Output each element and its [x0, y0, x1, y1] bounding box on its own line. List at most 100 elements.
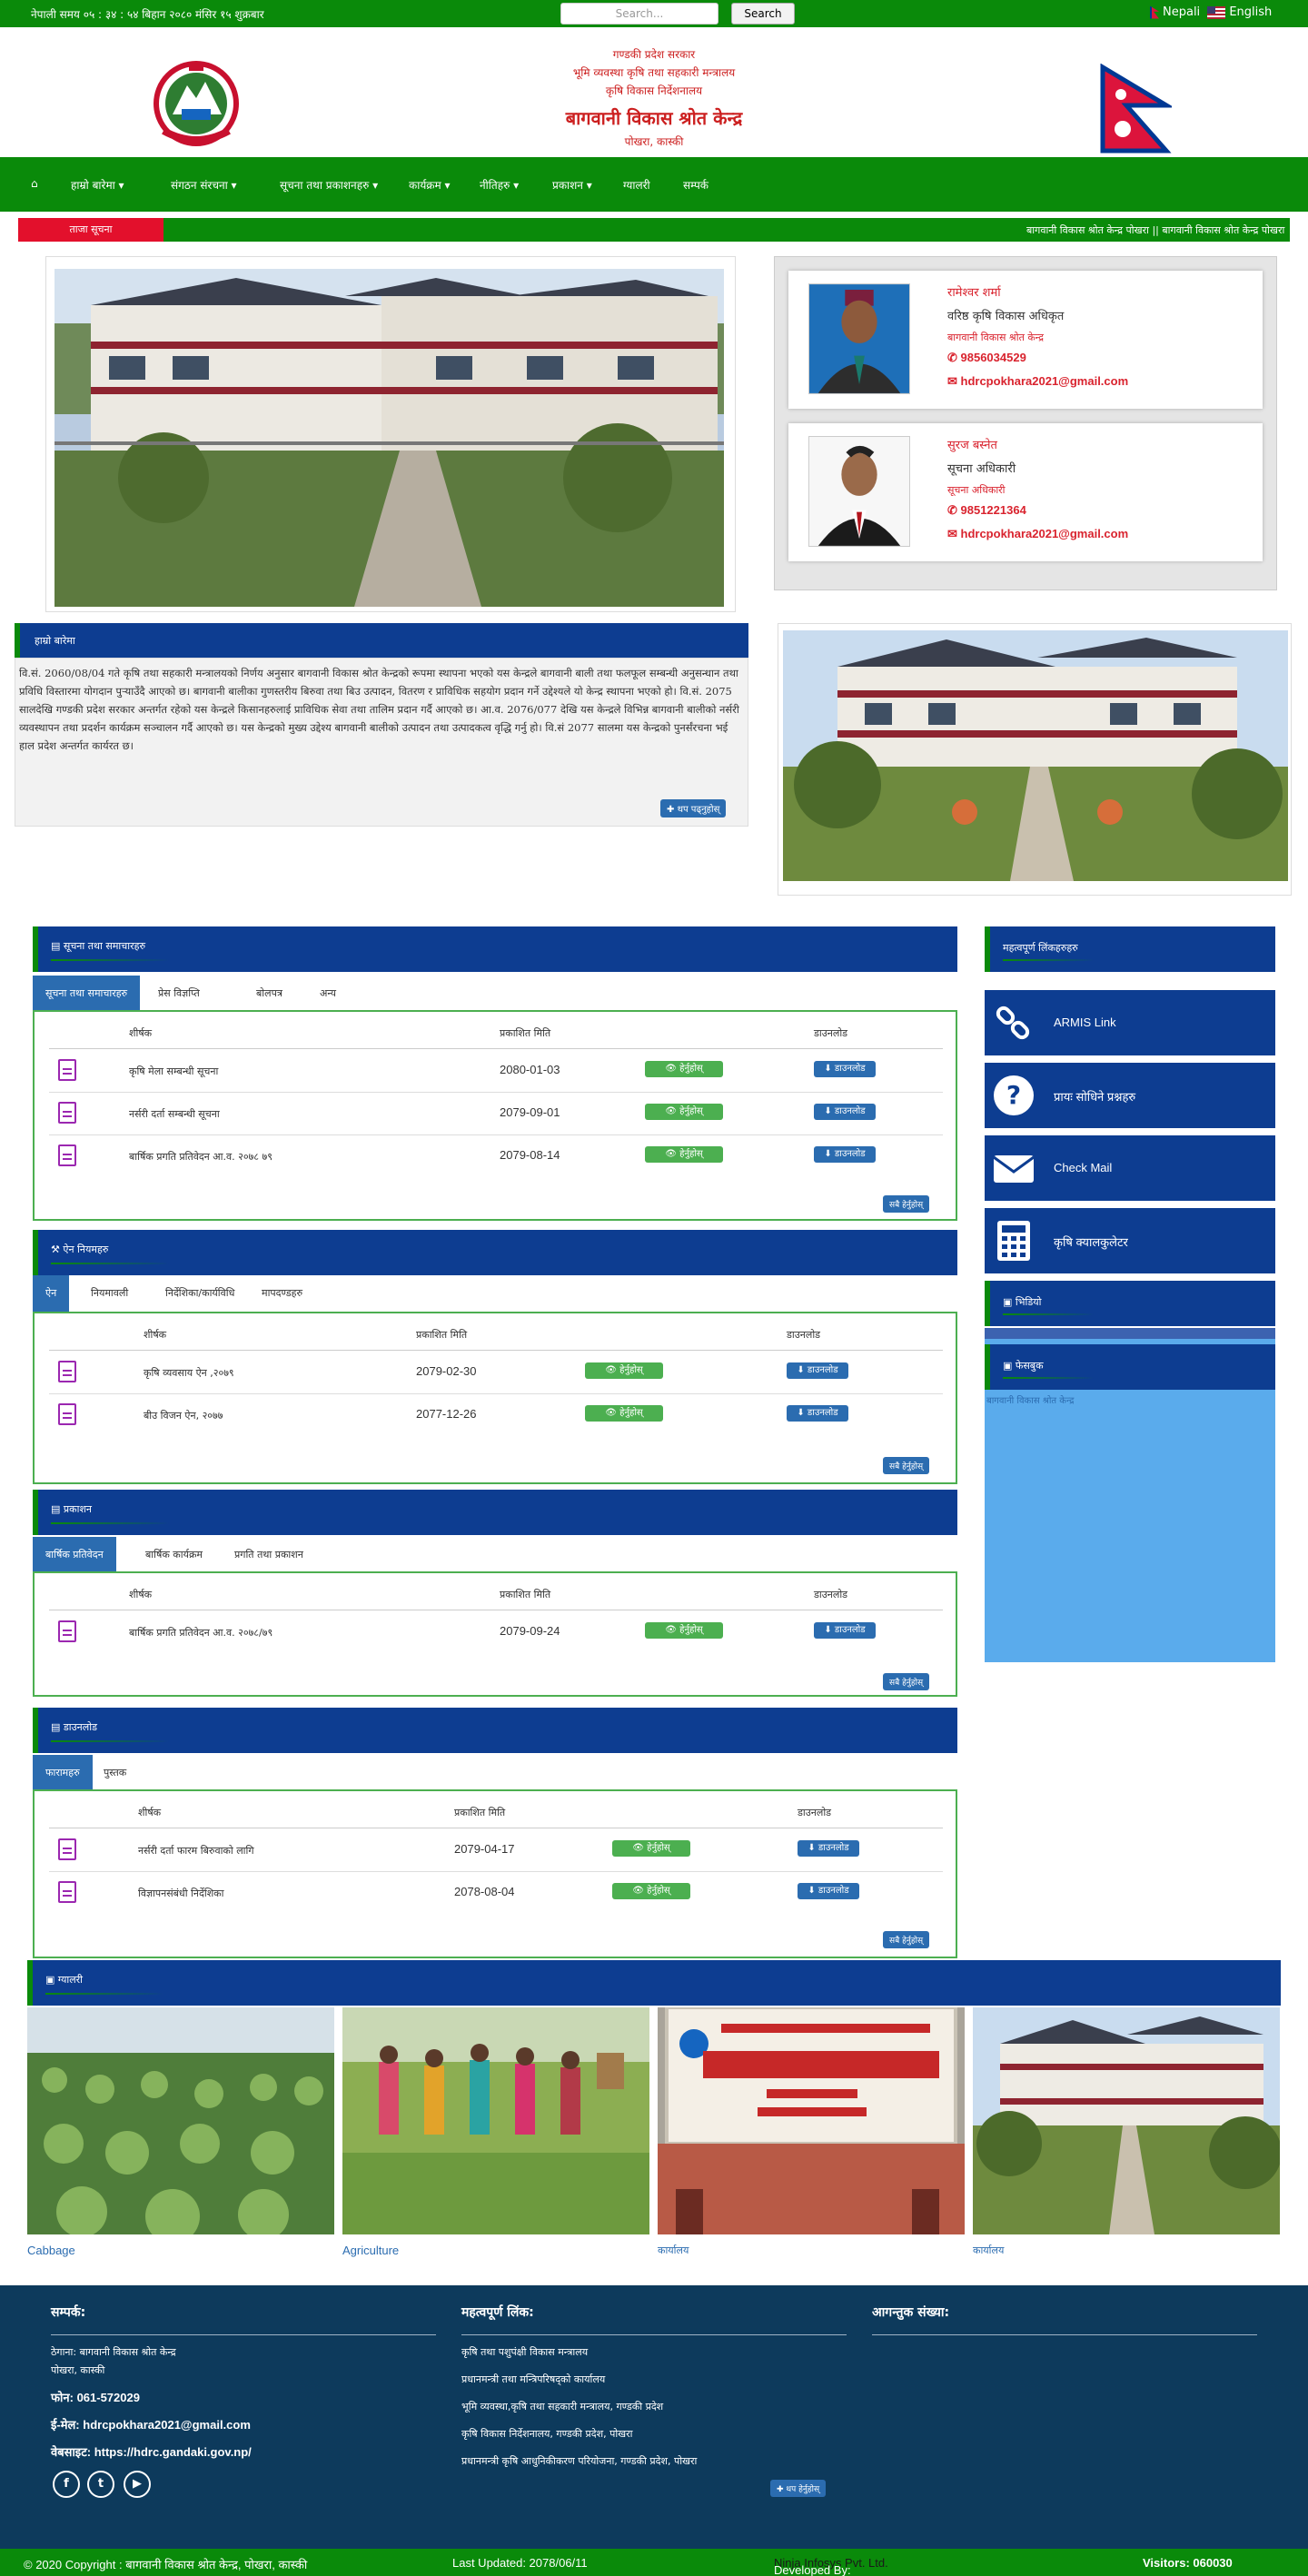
download-button[interactable]: ⬇ डाउनलोड	[798, 1840, 859, 1857]
row-title[interactable]: बार्षिक प्रगति प्रतिवेदन आ.व. २०७८/७९	[129, 1626, 272, 1640]
gallery-caption[interactable]: कार्यालय	[973, 2244, 1004, 2257]
twitter-icon[interactable]: t	[87, 2471, 114, 2498]
news-tabs: सूचना तथा समाचारहरु प्रेस विज्ञप्ति बोलप…	[33, 976, 957, 1012]
tab-guidelines[interactable]: निर्देशिका/कार्यविधि	[153, 1275, 247, 1312]
tab-standards[interactable]: मापदण्डहरु	[249, 1275, 315, 1312]
footer-link[interactable]: प्रधानमन्त्री तथा मन्त्रिपरिषद्को कार्या…	[461, 2373, 605, 2386]
view-button[interactable]: 👁 हेर्नुहोस्	[645, 1622, 723, 1639]
tab-other[interactable]: अन्य	[307, 976, 349, 1012]
row-title[interactable]: विज्ञापनसंबंधी निर्देशिका	[138, 1887, 223, 1900]
gallery-caption[interactable]: Cabbage	[27, 2244, 75, 2257]
calculator-icon	[997, 1221, 1030, 1261]
row-title[interactable]: नर्सरी दर्ता फारम बिरुवाको लागि	[138, 1844, 254, 1858]
view-button[interactable]: 👁 हेर्नुहोस्	[645, 1061, 723, 1077]
gallery-image-cabbage[interactable]	[27, 2007, 334, 2234]
col-download: डाउनलोड	[814, 1027, 848, 1039]
view-all-button[interactable]: सबै हेर्नुहोस्	[883, 1931, 930, 1948]
view-button[interactable]: 👁 हेर्नुहोस्	[645, 1104, 723, 1120]
download-button[interactable]: ⬇ डाउनलोड	[814, 1622, 876, 1639]
gallery-image-agriculture[interactable]	[342, 2007, 649, 2234]
view-all-button[interactable]: सबै हेर्नुहोस्	[883, 1673, 930, 1690]
row-title[interactable]: बीउ विजन ऐन, २०७७	[144, 1409, 223, 1422]
facebook-header: ▣ फेसबुक	[985, 1344, 1275, 1390]
check-mail-link[interactable]: Check Mail	[985, 1135, 1275, 1201]
download-button[interactable]: ⬇ डाउनलोड	[814, 1061, 876, 1077]
facebook-page-link[interactable]: बागवानी विकास श्रोत केन्द्र	[986, 1393, 1074, 1406]
read-more-button[interactable]: ✚ थप पढ्नुहोस्	[660, 799, 727, 817]
nav-about[interactable]: हाम्रो बारेमा ▾	[71, 177, 124, 193]
ticker-text[interactable]: बागवानी विकास श्रोत केन्द्र पोखरा || बाग…	[1026, 223, 1284, 237]
col-title: शीर्षक	[138, 1807, 162, 1818]
facebook-icon[interactable]: f	[53, 2471, 80, 2498]
calculator-link[interactable]: कृषि क्यालकुलेटर	[985, 1208, 1275, 1273]
nav-publications[interactable]: सूचना तथा प्रकाशनहरु ▾	[280, 177, 378, 193]
download-button[interactable]: ⬇ डाउनलोड	[798, 1883, 859, 1899]
download-button[interactable]: ⬇ डाउनलोड	[787, 1362, 848, 1379]
view-button[interactable]: 👁 हेर्नुहोस्	[645, 1146, 723, 1163]
tab-annual-report[interactable]: बार्षिक प्रतिवेदन	[33, 1537, 116, 1573]
row-title[interactable]: कृषि मेला सम्बन्धी सूचना	[129, 1065, 218, 1078]
lang-english[interactable]: English	[1229, 5, 1272, 19]
view-button[interactable]: 👁 हेर्नुहोस्	[585, 1362, 663, 1379]
gallery-image-office-sign[interactable]	[658, 2007, 965, 2234]
footer-link[interactable]: प्रधानमन्त्री कृषि आधुनिकीकरण परियोजना, …	[461, 2454, 697, 2468]
youtube-icon[interactable]: ▶	[124, 2471, 151, 2498]
footer-link[interactable]: कृषि विकास निर्देशनालय, गण्डकी प्रदेश, प…	[461, 2427, 633, 2441]
view-button[interactable]: 👁 हेर्नुहोस्	[612, 1883, 690, 1899]
footer: सम्पर्क: ठेगाना: बागवानी विकास श्रोत केन…	[0, 2285, 1308, 2549]
row-title[interactable]: बार्षिक प्रगति प्रतिवेदन आ.व. २०७८ ७९	[129, 1150, 272, 1164]
row-title[interactable]: कृषि व्यवसाय ऐन ,२०७९	[144, 1366, 234, 1380]
home-icon[interactable]: ⌂	[31, 177, 38, 190]
reports-heading: ▤ प्रकाशन	[51, 1503, 93, 1515]
col-date: प्रकाशित मिति	[500, 1589, 551, 1600]
footer-link[interactable]: भूमि व्यवस्था,कृषि तथा सहकारी मन्त्रालय,…	[461, 2400, 663, 2413]
nav-gallery[interactable]: ग्यालरी	[623, 177, 650, 193]
tab-annual-program[interactable]: बार्षिक कार्यक्रम	[133, 1537, 215, 1573]
footer-more-links-button[interactable]: ✚ थप हेर्नुहोस्	[770, 2480, 827, 2497]
download-button[interactable]: ⬇ डाउनलोड	[814, 1146, 876, 1163]
nav-organization[interactable]: संगठन संरचना ▾	[171, 177, 237, 193]
view-button[interactable]: 👁 हेर्नुहोस्	[585, 1405, 663, 1422]
view-all-button[interactable]: सबै हेर्नुहोस्	[883, 1195, 930, 1213]
gallery-image-office[interactable]	[973, 2007, 1280, 2234]
footer-email[interactable]: ई-मेल: hdrcpokhara2021@gmail.com	[51, 2416, 251, 2432]
official-name: सुरज बस्नेत	[947, 439, 997, 452]
official-email[interactable]: ✉ hdrcpokhara2021@gmail.com	[947, 374, 1128, 389]
row-title[interactable]: नर्सरी दर्ता सम्बन्धी सूचना	[129, 1107, 220, 1121]
nav-policies[interactable]: नीतिहरु ▾	[480, 177, 519, 193]
site-title[interactable]: बागवानी विकास श्रोत केन्द्र	[427, 104, 881, 133]
official-phone[interactable]: ✆ 9856034529	[947, 351, 1026, 365]
download-button[interactable]: ⬇ डाउनलोड	[814, 1104, 876, 1120]
video-header: ▣ भिडियो	[985, 1281, 1275, 1326]
nav-programs[interactable]: कार्यक्रम ▾	[409, 177, 451, 193]
tab-news[interactable]: सूचना तथा समाचारहरु	[33, 976, 141, 1012]
download-button[interactable]: ⬇ डाउनलोड	[787, 1405, 848, 1422]
footer-link[interactable]: कृषि तथा पशुपंक्षी विकास मन्त्रालय	[461, 2345, 588, 2359]
search-input[interactable]: Search...	[560, 3, 718, 25]
office-building-photo[interactable]	[54, 269, 724, 607]
nav-publication[interactable]: प्रकाशन ▾	[552, 177, 592, 193]
nav-contact[interactable]: सम्पर्क	[683, 177, 708, 193]
tab-rules[interactable]: नियमावली	[78, 1275, 141, 1312]
office-front-photo[interactable]	[783, 630, 1288, 881]
tab-progress[interactable]: प्रगति तथा प्रकाशन	[222, 1537, 316, 1573]
view-button[interactable]: 👁 हेर्नुहोस्	[612, 1840, 690, 1857]
lang-nepali[interactable]: Nepali	[1163, 5, 1200, 19]
col-date: प्रकाशित मिति	[454, 1807, 506, 1818]
faq-link[interactable]: ? प्रायः सोधिने प्रश्नहरु	[985, 1063, 1275, 1128]
tab-acts[interactable]: ऐन	[33, 1275, 70, 1312]
footer-website[interactable]: वेबसाइट: https://hdrc.gandaki.gov.np/	[51, 2443, 252, 2460]
official-email[interactable]: ✉ hdrcpokhara2021@gmail.com	[947, 527, 1128, 541]
tab-books[interactable]: पुस्तक	[91, 1755, 139, 1791]
search-button[interactable]: Search	[731, 3, 795, 25]
header-line3: कृषि विकास निर्देशनालय	[605, 84, 703, 97]
gallery-caption[interactable]: Agriculture	[342, 2244, 399, 2257]
laws-tabs: ऐन नियमावली निर्देशिका/कार्यविधि मापदण्ड…	[33, 1275, 957, 1312]
tab-tender[interactable]: बोलपत्र	[243, 976, 295, 1012]
tab-press[interactable]: प्रेस विज्ञप्ति	[145, 976, 213, 1012]
tab-forms[interactable]: फारामहरु	[33, 1755, 93, 1791]
gallery-caption[interactable]: कार्यालय	[658, 2244, 689, 2257]
official-phone[interactable]: ✆ 9851221364	[947, 503, 1026, 518]
view-all-button[interactable]: सबै हेर्नुहोस्	[883, 1457, 930, 1474]
armis-link[interactable]: ARMIS Link	[985, 990, 1275, 1055]
